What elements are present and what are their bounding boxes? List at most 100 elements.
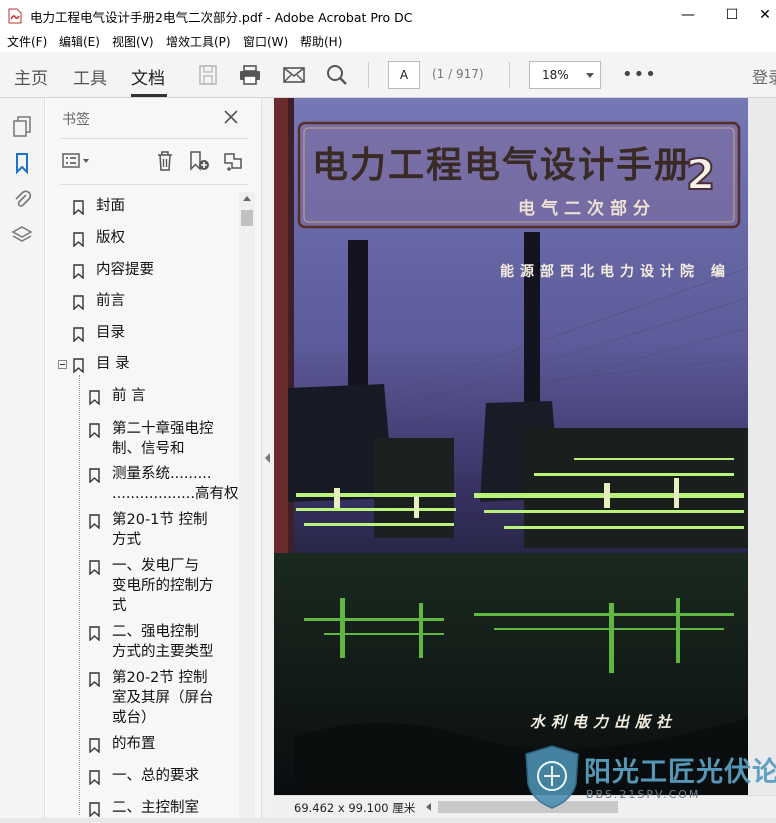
bookmark-label: 二、主控制室 — [112, 800, 199, 816]
tab-home[interactable]: 主页 — [14, 64, 48, 89]
bookmark-label: 二、强电控制 — [112, 624, 199, 640]
bookmark-icon — [89, 738, 100, 753]
tree-connector — [79, 375, 80, 815]
bookmark-list: 封面 版权 内容提要 前言 目录 目 录 前 言 第二十章强电控 制、信号和 测… — [46, 192, 238, 818]
options-menu-icon[interactable] — [62, 150, 92, 172]
close-icon[interactable] — [222, 108, 240, 126]
forum-watermark: 阳光工匠光伏论坛 BBS.21SPV.COM — [524, 744, 776, 814]
menu-help[interactable]: 帮助(H) — [300, 33, 342, 50]
bookmark-icon — [89, 672, 100, 687]
navigation-rail — [0, 98, 45, 818]
bookmark-label: 第20-1节 控制 — [112, 512, 208, 528]
bookmark-label-line2: 变电所的控制方 — [112, 578, 214, 594]
menu-view[interactable]: 视图(V) — [112, 33, 154, 50]
bookmark-label: 前 言 — [112, 388, 146, 404]
panel-divider — [60, 184, 248, 185]
bookmark-label: 一、总的要求 — [112, 768, 199, 784]
page-thumbnails-icon[interactable] — [11, 115, 33, 137]
window-bottom-edge — [0, 818, 776, 823]
search-icon[interactable] — [325, 64, 349, 86]
bookmark-label-line3: 或台） — [112, 710, 156, 726]
bookmark-label: 第20-2节 控制 — [112, 670, 208, 686]
document-view[interactable]: 电力工程电气设计手册 2 电气二次部分 能源部西北电力设计院 编 水利电力出版社 — [274, 98, 776, 795]
bookmark-icon — [89, 560, 100, 575]
bookmark-icon — [73, 327, 84, 342]
attachments-icon[interactable] — [11, 188, 33, 210]
bookmark-label-line2: 制、信号和 — [112, 441, 185, 457]
bookmark-label: 封面 — [96, 198, 125, 214]
expand-bookmark-icon[interactable] — [221, 150, 243, 172]
window-title: 电力工程电气设计手册2电气二次部分.pdf - Adobe Acrobat Pr… — [30, 10, 413, 25]
more-tools-button[interactable]: ••• — [622, 64, 657, 85]
layers-icon[interactable] — [11, 224, 33, 246]
bookmark-icon — [73, 232, 84, 247]
tab-tools[interactable]: 工具 — [73, 64, 107, 89]
pdf-page: 电力工程电气设计手册 2 电气二次部分 能源部西北电力设计院 编 水利电力出版社 — [274, 98, 748, 795]
bookmark-label: 一、发电厂与 — [112, 558, 199, 574]
delete-icon[interactable] — [154, 150, 176, 172]
bookmark-label: 测量系统......... — [112, 466, 212, 482]
scroll-left-icon[interactable] — [426, 803, 431, 811]
bookmark-label-line2: 方式的主要类型 — [112, 644, 214, 660]
bookmark-icon — [89, 468, 100, 483]
bookmark-label: 第二十章强电控 — [112, 421, 214, 437]
login-button[interactable]: 登录 — [752, 64, 776, 88]
bookmark-scrollbar[interactable] — [239, 192, 255, 818]
bookmark-icon — [89, 802, 100, 817]
email-icon[interactable] — [282, 64, 306, 86]
panel-splitter[interactable] — [262, 98, 274, 818]
chevron-down-icon — [586, 73, 594, 78]
bookmark-icon — [73, 200, 84, 215]
shield-logo-icon — [525, 745, 579, 809]
toolbar-divider — [509, 62, 510, 88]
toolbar-divider — [368, 62, 369, 88]
bookmark-label-line2: ..................高有权 — [112, 486, 238, 502]
new-bookmark-icon[interactable] — [188, 150, 210, 172]
bookmark-label: 目 录 — [96, 356, 130, 372]
bookmark-icon — [73, 358, 84, 373]
bookmark-label: 目录 — [96, 325, 125, 341]
menu-file[interactable]: 文件(F) — [7, 33, 47, 50]
pdf-file-icon — [8, 8, 22, 24]
bookmarks-icon[interactable] — [11, 152, 33, 174]
close-window-button[interactable]: ✕ — [750, 4, 776, 26]
collapse-panel-icon[interactable] — [265, 453, 270, 463]
bookmark-icon — [89, 390, 100, 405]
menu-window[interactable]: 窗口(W) — [243, 33, 288, 50]
bookmark-label-line2: 室及其屏（屏台 — [112, 690, 214, 706]
bookmark-label: 前言 — [96, 293, 125, 309]
watermark-brand: 阳光工匠光伏论坛 — [584, 757, 776, 788]
minimize-button[interactable]: — — [673, 4, 703, 26]
save-icon[interactable] — [196, 64, 220, 86]
collapse-icon[interactable] — [58, 360, 67, 369]
bookmark-label-line3: 式 — [112, 598, 127, 614]
bookmark-icon — [89, 770, 100, 785]
bookmark-label: 的布置 — [112, 736, 156, 752]
panel-title: 书签 — [62, 112, 90, 128]
watermark-url: BBS.21SPV.COM — [586, 788, 701, 801]
menu-bar: 文件(F) 编辑(E) 视图(V) 增效工具(P) 窗口(W) 帮助(H) — [0, 30, 776, 52]
cover-title: 电力工程电气设计手册 — [312, 144, 693, 186]
maximize-button[interactable]: ☐ — [717, 4, 747, 26]
zoom-select[interactable]: 18% — [529, 61, 601, 89]
scroll-up-icon[interactable] — [243, 196, 251, 201]
menu-plugins[interactable]: 增效工具(P) — [166, 33, 231, 50]
bookmark-icon — [89, 626, 100, 641]
scroll-thumb[interactable] — [241, 210, 253, 226]
zoom-value: 18% — [542, 68, 569, 82]
cover-volume-number: 2 — [685, 149, 716, 200]
panel-divider — [60, 138, 248, 139]
cover-author-org: 能源部西北电力设计院 编 — [500, 264, 731, 280]
active-tab-indicator — [131, 94, 167, 97]
bookmarks-panel: 书签 封面 版权 内容提要 前言 目录 目 录 前 言 第二十章强电控 制、信号… — [46, 98, 262, 818]
bookmark-label: 内容提要 — [96, 262, 154, 278]
menu-edit[interactable]: 编辑(E) — [59, 33, 100, 50]
page-count: (1 / 917) — [432, 67, 484, 81]
tab-document[interactable]: 文档 — [131, 64, 165, 89]
page-size-readout: 69.462 x 99.100 厘米 — [294, 801, 416, 815]
page-number-input[interactable]: A — [388, 61, 420, 89]
cover-subtitle: 电气二次部分 — [518, 199, 656, 219]
bookmark-icon — [73, 264, 84, 279]
print-icon[interactable] — [238, 64, 262, 86]
bookmark-icon — [73, 295, 84, 310]
